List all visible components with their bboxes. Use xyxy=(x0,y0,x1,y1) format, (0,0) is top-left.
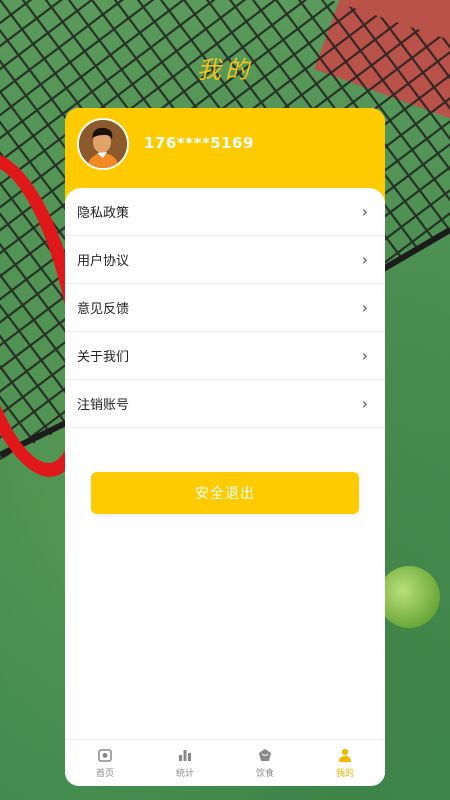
chevron-right-icon: › xyxy=(361,394,368,413)
menu-item-feedback[interactable]: 意见反馈 › xyxy=(65,284,385,332)
tab-label: 首页 xyxy=(95,769,114,779)
menu-item-label: 隐私政策 xyxy=(77,206,130,221)
logout-button[interactable]: 安全退出 xyxy=(91,472,359,514)
menu-item-label: 用户协议 xyxy=(77,254,130,269)
menu-item-about-us[interactable]: 关于我们 › xyxy=(65,332,385,380)
tab-home[interactable]: 首页 xyxy=(65,740,145,786)
camera-home-icon xyxy=(97,747,113,763)
bottom-tab-bar: 首页 统计 饮食 我的 xyxy=(65,739,385,786)
user-phone: 176****5169 xyxy=(144,134,254,152)
menu-item-label: 意见反馈 xyxy=(77,302,130,317)
page-title: 我的 xyxy=(197,56,253,84)
tab-label: 我的 xyxy=(335,769,354,779)
profile-card: 176****5169 隐私政策 › 用户协议 › 意见反馈 › 关于我们 › … xyxy=(65,108,385,786)
tab-mine[interactable]: 我的 xyxy=(305,740,385,786)
avatar-person-icon xyxy=(79,120,127,168)
tab-diet[interactable]: 饮食 xyxy=(225,740,305,786)
menu-item-privacy-policy[interactable]: 隐私政策 › xyxy=(65,188,385,236)
tab-label: 统计 xyxy=(175,769,194,779)
menu-item-label: 关于我们 xyxy=(77,350,130,365)
tab-statistics[interactable]: 统计 xyxy=(145,740,225,786)
chevron-right-icon: › xyxy=(361,202,368,221)
avatar[interactable] xyxy=(77,118,129,170)
food-icon xyxy=(257,747,273,763)
menu-item-user-agreement[interactable]: 用户协议 › xyxy=(65,236,385,284)
menu-item-delete-account[interactable]: 注销账号 › xyxy=(65,380,385,428)
tab-label: 饮食 xyxy=(255,769,274,779)
settings-menu: 隐私政策 › 用户协议 › 意见反馈 › 关于我们 › 注销账号 › xyxy=(65,188,385,428)
chevron-right-icon: › xyxy=(361,298,368,317)
chevron-right-icon: › xyxy=(361,250,368,269)
chevron-right-icon: › xyxy=(361,346,368,365)
user-icon xyxy=(337,747,353,763)
tennis-ball xyxy=(378,566,440,628)
bar-chart-icon xyxy=(177,747,193,763)
menu-item-label: 注销账号 xyxy=(77,398,130,413)
